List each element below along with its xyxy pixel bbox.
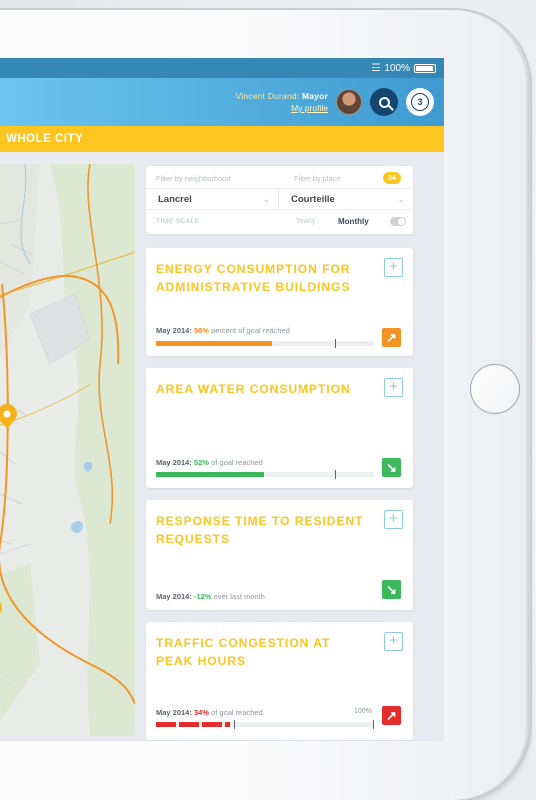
kpi-caption: May 2014: 34% of goal reached <box>156 708 263 717</box>
home-button[interactable] <box>470 364 520 414</box>
kpi-title: ENERGY CONSUMPTION FOR ADMINISTRATIVE BU… <box>156 262 351 294</box>
profile-link[interactable]: My profile <box>236 102 328 114</box>
kpi-value: 52% <box>193 458 209 467</box>
kpi-progress-track <box>156 470 374 479</box>
trend-down-icon: ↘ <box>382 580 401 599</box>
kpi-goal-marker <box>234 720 235 729</box>
add-button[interactable]: + <box>384 258 403 277</box>
avatar[interactable] <box>336 89 362 115</box>
kpi-period: May 2014: <box>156 592 192 601</box>
kpi-period: May 2014: <box>156 326 192 335</box>
place-count-badge: 34 <box>383 172 401 184</box>
neighborhood-select-value: Lancrel <box>158 193 192 205</box>
kpi-suffix: of goal reached <box>211 458 263 467</box>
stage: ☲ 100% Vincent Durand: Mayor My profile … <box>0 0 536 800</box>
time-scale-label: TIME SCALE <box>156 218 200 225</box>
kpi-progress-segment <box>156 722 176 727</box>
kpi-max-label: 100% <box>354 708 372 715</box>
kpi-period: May 2014: <box>156 708 192 717</box>
kpi-progress-segment <box>179 722 199 727</box>
map-canvas <box>0 164 135 736</box>
kpi-progress-segment <box>202 722 222 727</box>
trend-down-icon: ↘ <box>382 458 401 477</box>
neighborhood-filter-label: Filter by neighborhood <box>156 174 231 183</box>
kpi-title: TRAFFIC CONGESTION AT PEAK HOURS <box>156 636 331 668</box>
kpi-progress-segment <box>225 722 230 727</box>
chevron-down-icon: ⌄ <box>397 194 405 204</box>
plus-icon: + <box>389 378 398 395</box>
neighborhood-select[interactable]: Lancrel ⌄ <box>146 188 279 210</box>
place-filter-label: Filter by place <box>294 174 341 183</box>
filter-card: Filter by neighborhood Filter by place 3… <box>146 166 413 234</box>
user-info: Vincent Durand: Mayor My profile <box>235 91 328 114</box>
status-bar: ☲ 100% <box>0 58 444 78</box>
add-button[interactable]: + <box>384 378 403 397</box>
kpi-value: -12% <box>193 592 212 601</box>
notification-count-icon: 3 <box>411 93 429 111</box>
trend-up-icon: ↗ <box>382 328 401 347</box>
plus-icon: + <box>389 510 398 527</box>
kpi-card-water[interactable]: AREA WATER CONSUMPTION + May 2014: 52% o… <box>146 368 413 488</box>
notifications-button[interactable]: 3 <box>406 88 434 116</box>
trend-up-icon: ↗ <box>382 706 401 725</box>
time-scale-toggle[interactable] <box>390 217 406 226</box>
kpi-card-response[interactable]: RESPONSE TIME TO RESIDENT REQUESTS + May… <box>146 500 413 610</box>
add-button[interactable]: + <box>384 632 403 651</box>
place-select-value: Courteille <box>291 193 335 205</box>
kpi-progress-track <box>156 720 374 729</box>
battery-icon <box>414 63 436 73</box>
user-name: Vincent Durand <box>235 91 297 101</box>
yearly-option[interactable]: Yearly <box>296 218 315 225</box>
kpi-period: May 2014: <box>156 458 192 467</box>
scope-title: WHOLE CITY <box>6 133 84 145</box>
app-header: Vincent Durand: Mayor My profile 3 <box>0 78 444 126</box>
plus-icon: + <box>389 258 398 275</box>
monthly-option[interactable]: Monthly <box>338 217 369 226</box>
app-screen: ☲ 100% Vincent Durand: Mayor My profile … <box>0 58 444 741</box>
kpi-suffix: over last month <box>213 592 265 601</box>
kpi-caption: May 2014: -12% over last month <box>156 592 265 601</box>
search-icon <box>378 96 390 108</box>
kpi-card-energy[interactable]: ENERGY CONSUMPTION FOR ADMINISTRATIVE BU… <box>146 248 413 356</box>
city-map[interactable] <box>0 164 135 736</box>
place-select[interactable]: Courteille ⌄ <box>279 188 413 210</box>
kpi-progress-track <box>156 339 374 348</box>
plus-icon: + <box>389 632 398 649</box>
kpi-card-traffic[interactable]: TRAFFIC CONGESTION AT PEAK HOURS + May 2… <box>146 622 413 740</box>
kpi-suffix: percent of goal reached <box>211 326 290 335</box>
battery-percent: 100% <box>384 62 410 74</box>
search-button[interactable] <box>370 88 398 116</box>
kpi-value: 56% <box>193 326 209 335</box>
scope-bar[interactable]: WHOLE CITY <box>0 126 444 152</box>
kpi-max-marker <box>373 720 374 729</box>
kpi-goal-marker <box>335 339 336 348</box>
kpi-caption: May 2014: 52% of goal reached <box>156 458 263 467</box>
kpi-goal-marker <box>335 470 336 479</box>
kpi-value: 34% <box>193 708 209 717</box>
kpi-title: RESPONSE TIME TO RESIDENT REQUESTS <box>156 514 364 546</box>
kpi-title: AREA WATER CONSUMPTION <box>156 382 351 396</box>
add-button[interactable]: + <box>384 510 403 529</box>
user-title: Mayor <box>301 91 328 101</box>
kpi-progress-fill <box>156 472 264 477</box>
kpi-suffix: of goal reached <box>211 708 263 717</box>
chevron-down-icon: ⌄ <box>262 194 270 204</box>
kpi-progress-fill <box>156 341 272 346</box>
wifi-icon: ☲ <box>371 62 381 74</box>
kpi-caption: May 2014: 56% percent of goal reached <box>156 326 290 335</box>
